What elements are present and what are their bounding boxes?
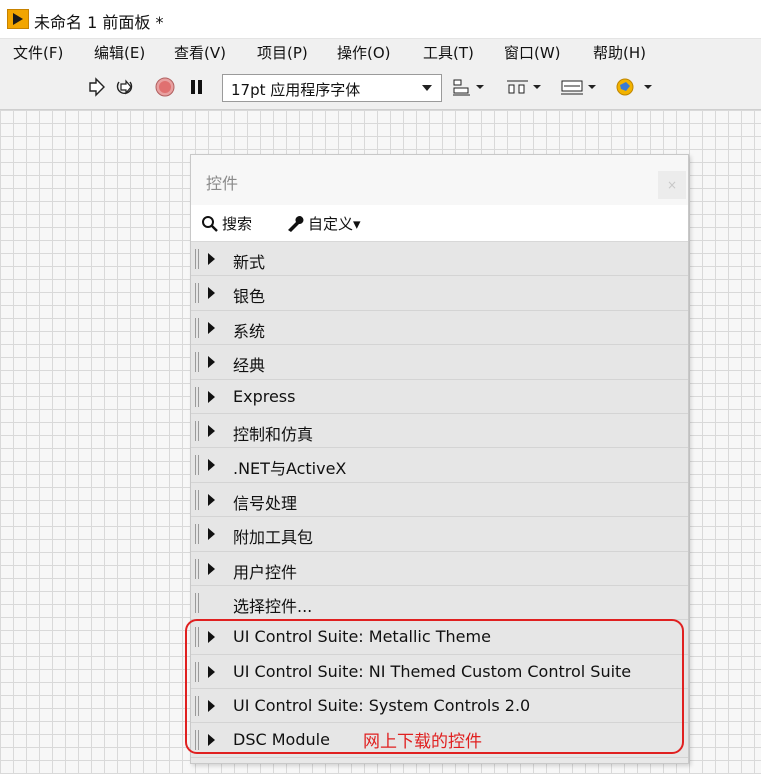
search-label: 搜索 <box>222 215 253 233</box>
expand-arrow-icon <box>208 493 215 506</box>
palette-item-label: 经典 <box>233 356 266 376</box>
expand-arrow-icon <box>208 665 215 678</box>
palette-list: 新式 银色 系统 经典 Express 控制和仿真 .NET与ActiveX 信… <box>191 242 688 758</box>
palette-item-classic[interactable]: 经典 <box>191 345 688 380</box>
menu-bar: 文件(F) 编辑(E) 查看(V) 项目(P) 操作(O) 工具(T) 窗口(W… <box>0 38 761 66</box>
expand-arrow-icon <box>208 356 215 369</box>
expand-arrow-icon <box>208 287 215 300</box>
search-button[interactable]: 搜索 <box>201 213 252 234</box>
menu-edit[interactable]: 编辑(E) <box>94 42 145 63</box>
customize-label: 自定义▾ <box>308 215 361 233</box>
palette-item-label: 信号处理 <box>233 493 298 513</box>
controls-palette: 控件 × 搜索 自定义▾ 新式 银色 系统 经典 Express 控制和仿真 .… <box>190 154 689 764</box>
palette-item-metallic-theme[interactable]: UI Control Suite: Metallic Theme <box>191 620 688 655</box>
expand-arrow-icon <box>208 700 215 713</box>
palette-item-user-controls[interactable]: 用户控件 <box>191 551 688 586</box>
close-icon[interactable]: × <box>658 171 686 199</box>
grip-icon <box>195 558 199 579</box>
menu-project[interactable]: 项目(P) <box>257 42 308 63</box>
customize-button[interactable]: 自定义▾ <box>285 213 361 234</box>
grip-icon <box>195 592 199 613</box>
menu-tools[interactable]: 工具(T) <box>423 42 474 63</box>
palette-item-label: DSC Module <box>233 730 330 750</box>
palette-item-label: 附加工具包 <box>233 528 314 548</box>
palette-item-label: 系统 <box>233 321 266 341</box>
palette-item-label: 选择控件... <box>233 596 313 616</box>
palette-item-dotnet-activex[interactable]: .NET与ActiveX <box>191 448 688 483</box>
palette-item-label: 控制和仿真 <box>233 424 314 444</box>
expand-arrow-icon <box>208 734 215 747</box>
palette-item-label: UI Control Suite: NI Themed Custom Contr… <box>233 661 632 681</box>
palette-item-label: 用户控件 <box>233 562 298 582</box>
pause-icon[interactable] <box>188 77 208 97</box>
font-select[interactable]: 17pt 应用程序字体 <box>222 74 442 102</box>
expand-arrow-icon <box>208 321 215 334</box>
grip-icon <box>195 489 199 510</box>
menu-view[interactable]: 查看(V) <box>174 42 226 63</box>
menu-file[interactable]: 文件(F) <box>13 42 63 63</box>
grip-icon <box>195 386 199 407</box>
expand-arrow-icon <box>208 459 215 472</box>
menu-window[interactable]: 窗口(W) <box>504 42 561 63</box>
palette-item-system-controls-2[interactable]: UI Control Suite: System Controls 2.0 <box>191 689 688 724</box>
align-icon[interactable] <box>452 77 486 97</box>
expand-arrow-icon <box>208 253 215 265</box>
menu-operate[interactable]: 操作(O) <box>337 42 391 63</box>
grip-icon <box>195 317 199 338</box>
reorder-icon[interactable] <box>614 77 654 97</box>
run-arrow-icon[interactable] <box>86 77 106 97</box>
expand-arrow-icon <box>208 390 215 403</box>
expand-arrow-icon <box>208 631 215 644</box>
labview-front-panel-icon <box>7 9 29 29</box>
expand-arrow-icon <box>208 528 215 541</box>
palette-item-ni-themed-suite[interactable]: UI Control Suite: NI Themed Custom Contr… <box>191 654 688 690</box>
palette-title: 控件 <box>206 174 239 193</box>
grip-icon <box>195 696 199 717</box>
grip-icon <box>195 627 199 648</box>
grip-icon <box>195 455 199 476</box>
annotation-text: 网上下载的控件 <box>363 732 482 752</box>
grip-icon <box>195 283 199 304</box>
grip-icon <box>195 524 199 545</box>
grip-icon <box>195 352 199 373</box>
palette-item-addons[interactable]: 附加工具包 <box>191 517 688 552</box>
grip-icon <box>195 420 199 441</box>
chevron-down-icon <box>422 85 432 91</box>
palette-item-label: UI Control Suite: System Controls 2.0 <box>233 696 531 716</box>
palette-item-label: 新式 <box>233 253 266 272</box>
wrench-icon <box>288 215 304 232</box>
resize-icon[interactable] <box>560 77 598 97</box>
palette-header: 控件 × <box>191 155 688 205</box>
palette-item-express[interactable]: Express <box>191 379 688 414</box>
search-icon <box>202 215 218 232</box>
grip-icon <box>195 661 199 682</box>
font-select-value: 17pt 应用程序字体 <box>231 81 361 99</box>
palette-toolbar: 搜索 自定义▾ <box>191 205 688 242</box>
palette-item-system[interactable]: 系统 <box>191 310 688 346</box>
palette-item-modern[interactable]: 新式 <box>191 242 688 277</box>
abort-icon[interactable] <box>155 77 175 97</box>
menu-help[interactable]: 帮助(H) <box>593 42 646 63</box>
grip-icon <box>195 249 199 269</box>
palette-item-signal-processing[interactable]: 信号处理 <box>191 482 688 518</box>
grip-icon <box>195 730 199 751</box>
distribute-icon[interactable] <box>506 77 544 97</box>
palette-item-select-control[interactable]: 选择控件... <box>191 585 688 621</box>
palette-item-label: UI Control Suite: Metallic Theme <box>233 627 491 647</box>
palette-item-label: 银色 <box>233 287 266 307</box>
expand-arrow-icon <box>208 562 215 575</box>
run-continuous-icon[interactable] <box>114 77 134 97</box>
expand-arrow-icon <box>208 424 215 437</box>
palette-item-silver[interactable]: 银色 <box>191 276 688 311</box>
title-bar: 未命名 1 前面板 * <box>0 0 761 38</box>
window-title: 未命名 1 前面板 * <box>34 13 164 32</box>
palette-item-label: Express <box>233 386 296 406</box>
palette-item-control-simulation[interactable]: 控制和仿真 <box>191 413 688 449</box>
palette-item-label: .NET与ActiveX <box>233 459 347 479</box>
